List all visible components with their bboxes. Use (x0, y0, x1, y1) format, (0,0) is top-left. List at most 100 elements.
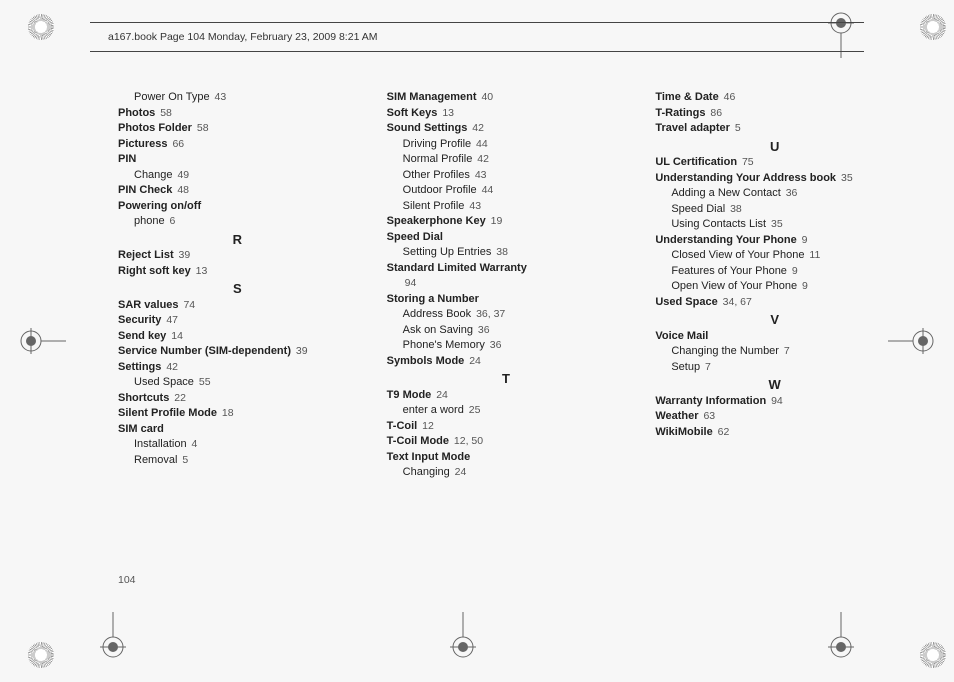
index-entry-label: Normal Profile (403, 153, 473, 165)
index-entry-label: Used Space (655, 296, 717, 308)
index-entry: Picturess 66 (118, 137, 357, 153)
index-entry-label: UL Certification (655, 156, 737, 168)
index-page-ref: 62 (715, 426, 730, 438)
index-entry-label: Changing the Number (671, 345, 779, 357)
index-entry: Right soft key 13 (118, 264, 357, 280)
index-entry-label: Settings (118, 361, 161, 373)
index-entry-label: T9 Mode (387, 389, 432, 401)
index-page-ref: 36 (475, 324, 490, 336)
index-entry-label: Weather (655, 410, 698, 422)
index-entry-label: Soft Keys (387, 107, 438, 119)
reg-mark-bottom-center-icon (450, 612, 476, 660)
index-page-ref: 55 (196, 376, 211, 388)
index-entry-label: Setup (671, 361, 700, 373)
index-entry: Speakerphone Key 19 (387, 214, 626, 230)
index-entry-label: Symbols Mode (387, 355, 465, 367)
crop-mark-br-icon (920, 642, 946, 668)
index-entry: enter a word 25 (387, 403, 626, 419)
index-entry: Change 49 (118, 168, 357, 184)
index-page-ref: 24 (452, 466, 467, 478)
index-entry: Driving Profile 44 (387, 137, 626, 153)
crop-mark-tr-icon (920, 14, 946, 40)
index-entry: Service Number (SIM-dependent) 39 (118, 344, 357, 360)
index-page-ref: 39 (293, 345, 308, 357)
index-entry-label: Driving Profile (403, 138, 471, 150)
index-section-letter: V (655, 312, 894, 328)
index-page-ref: 36 (783, 187, 798, 199)
index-entry-label: Speed Dial (387, 231, 443, 243)
index-page-ref: 38 (727, 203, 742, 215)
index-page-ref: 24 (433, 389, 448, 401)
index-page-ref: 13 (193, 265, 208, 277)
index-entry-label: SIM card (118, 423, 164, 435)
index-entry: Voice Mail (655, 329, 894, 345)
index-entry-label: Removal (134, 454, 177, 466)
index-entry: Soft Keys 13 (387, 106, 626, 122)
index-page-ref: 42 (469, 122, 484, 134)
index-entry: Warranty Information 94 (655, 394, 894, 410)
index-entry-label: Address Book (403, 308, 471, 320)
index-entry-label: Standard Limited Warranty (387, 262, 527, 274)
index-entry-label: SAR values (118, 299, 179, 311)
index-page-ref: 63 (701, 410, 716, 422)
index-entry-label: Understanding Your Phone (655, 234, 796, 246)
index-entry-label: Ask on Saving (403, 324, 473, 336)
index-entry: Open View of Your Phone 9 (655, 279, 894, 295)
index-page-ref: 18 (219, 407, 234, 419)
index-entry-label: Changing (403, 466, 450, 478)
index-entry: Installation 4 (118, 437, 357, 453)
index-entry: Silent Profile Mode 18 (118, 406, 357, 422)
index-page-ref: 38 (493, 246, 508, 258)
index-entry: Features of Your Phone 9 (655, 264, 894, 280)
index-entry: Powering on/off (118, 199, 357, 215)
index-entry-label: Time & Date (655, 91, 718, 103)
index-page-ref: 24 (466, 355, 481, 367)
index-entry: Understanding Your Phone 9 (655, 233, 894, 249)
index-body: Power On Type 43Photos 58Photos Folder 5… (118, 90, 894, 572)
index-entry-label: Speakerphone Key (387, 215, 486, 227)
index-page-ref: 44 (479, 184, 494, 196)
index-entry: Other Profiles 43 (387, 168, 626, 184)
index-page-ref: 19 (488, 215, 503, 227)
index-entry-label: Power On Type (134, 91, 210, 103)
index-column-3: Time & Date 46T-Ratings 86Travel adapter… (655, 90, 894, 572)
index-entry: Security 47 (118, 313, 357, 329)
index-entry-label: SIM Management (387, 91, 477, 103)
index-page-ref: 42 (474, 153, 489, 165)
index-entry: T9 Mode 24 (387, 388, 626, 404)
index-entry: Speed Dial (387, 230, 626, 246)
index-entry: Closed View of Your Phone 11 (655, 248, 894, 264)
index-entry: WikiMobile 62 (655, 425, 894, 441)
index-entry: Silent Profile 43 (387, 199, 626, 215)
index-entry-label: Shortcuts (118, 392, 169, 404)
index-entry-label: Silent Profile Mode (118, 407, 217, 419)
index-column-2: SIM Management 40Soft Keys 13Sound Setti… (387, 90, 626, 572)
index-entry: Send key 14 (118, 329, 357, 345)
index-entry: SIM Management 40 (387, 90, 626, 106)
index-page-ref: 22 (171, 392, 186, 404)
index-page-ref: 36, 37 (473, 308, 505, 320)
index-column-1: Power On Type 43Photos 58Photos Folder 5… (118, 90, 357, 572)
index-entry: Changing 24 (387, 465, 626, 481)
index-page-ref: 35 (768, 218, 783, 230)
index-page-ref: 42 (163, 361, 178, 373)
index-entry-label: Using Contacts List (671, 218, 766, 230)
crop-mark-tl-icon (28, 14, 54, 40)
index-entry: Storing a Number (387, 292, 626, 308)
index-page-ref: 58 (194, 122, 209, 134)
index-entry-label: Speed Dial (671, 203, 725, 215)
index-entry: PIN Check 48 (118, 183, 357, 199)
index-entry: Time & Date 46 (655, 90, 894, 106)
index-entry: Outdoor Profile 44 (387, 183, 626, 199)
index-page-ref: 94 (405, 277, 417, 289)
index-entry-label: Phone's Memory (403, 339, 485, 351)
index-entry: Adding a New Contact 36 (655, 186, 894, 202)
index-entry: Speed Dial 38 (655, 202, 894, 218)
index-page-ref: 9 (799, 234, 808, 246)
index-page-ref: 9 (789, 265, 798, 277)
reg-mark-bottom-left-icon (100, 612, 126, 660)
index-entry-label: T-Coil (387, 420, 418, 432)
index-page-ref: 46 (721, 91, 736, 103)
index-entry-label: enter a word (403, 404, 464, 416)
index-page-ref: 5 (179, 454, 188, 466)
